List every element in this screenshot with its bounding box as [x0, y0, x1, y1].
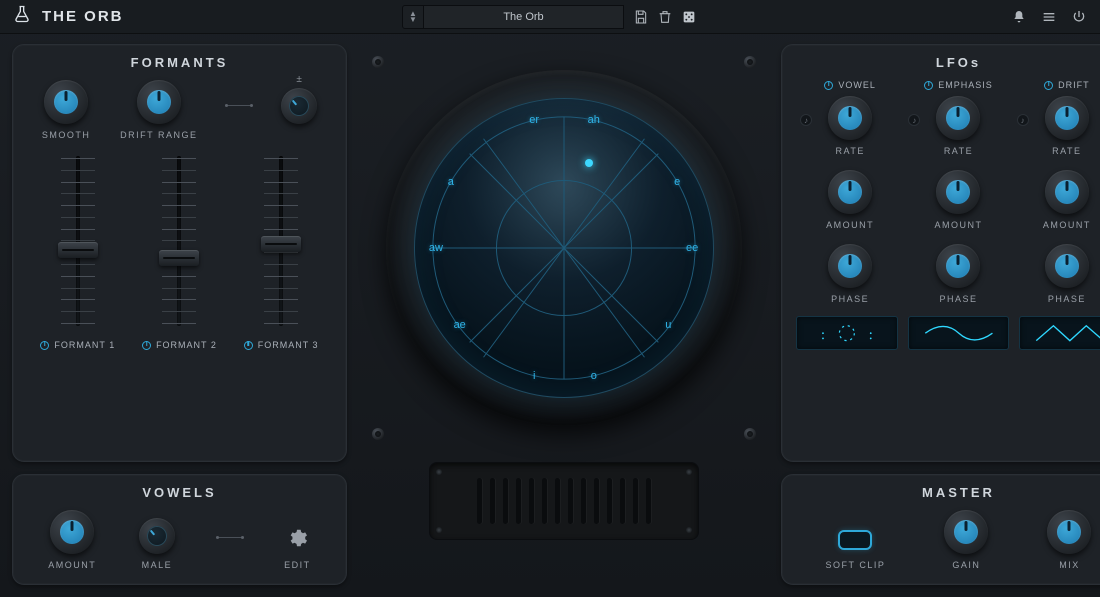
lfo-drift-phase-knob[interactable]: PHASE: [1013, 244, 1100, 304]
formants-panel: FORMANTS SMOOTH DRIFT RANGE ±: [12, 44, 347, 462]
softclip-button[interactable]: SOFT CLIP: [826, 530, 886, 570]
screw-icon: [744, 428, 756, 440]
vowel-label: ee: [686, 242, 698, 254]
lfo-vowel-amount-knob[interactable]: AMOUNT: [796, 170, 904, 230]
note-icon: ♪: [1017, 114, 1029, 126]
drift-range-knob[interactable]: DRIFT RANGE: [120, 80, 197, 140]
formant-2-slider[interactable]: [159, 156, 199, 326]
vowel-label: ae: [454, 319, 466, 331]
preset-bar: ▲▼ The Orb: [402, 5, 698, 29]
logo-block: THE ORB: [12, 4, 124, 29]
left-column: FORMANTS SMOOTH DRIFT RANGE ±: [12, 44, 347, 585]
vowel-label: a: [448, 176, 454, 188]
preset-stepper[interactable]: ▲▼: [402, 5, 424, 29]
vowel-label: er: [529, 114, 539, 126]
formants-title: FORMANTS: [27, 55, 332, 70]
connector-line: [218, 537, 242, 538]
vowel-label: aw: [429, 242, 443, 254]
save-icon[interactable]: [632, 8, 650, 26]
lfos-panel: LFOs VOWEL EMPHASIS DRIFT ♪RATE ♪RATE ♪R…: [781, 44, 1100, 462]
lfo-vowel-wave[interactable]: [796, 316, 898, 350]
orb-cursor[interactable]: [585, 159, 593, 167]
lfo-drift-rate-knob[interactable]: ♪RATE: [1013, 96, 1100, 156]
formant-3-toggle[interactable]: FORMANT 3: [244, 340, 319, 350]
lfo-vowel-rate-knob[interactable]: ♪RATE: [796, 96, 904, 156]
speaker-grille: [429, 462, 699, 540]
menu-icon[interactable]: [1040, 8, 1058, 26]
connector-line: [227, 105, 251, 106]
lfo-emphasis-amount-knob[interactable]: AMOUNT: [904, 170, 1012, 230]
offset-knob[interactable]: ±: [281, 88, 317, 140]
trash-icon[interactable]: [656, 8, 674, 26]
orb-display[interactable]: er ah e ee u o i ae aw a: [364, 48, 764, 448]
formant-2-toggle[interactable]: FORMANT 2: [142, 340, 217, 350]
lfo-emphasis-wave[interactable]: [908, 316, 1010, 350]
center-column: er ah e ee u o i ae aw a: [359, 44, 769, 585]
top-bar: THE ORB ▲▼ The Orb: [0, 0, 1100, 34]
lfo-drift-amount-knob[interactable]: AMOUNT: [1013, 170, 1100, 230]
power-icon[interactable]: [1070, 8, 1088, 26]
vowels-gender-knob[interactable]: MALE: [139, 518, 175, 570]
smooth-knob[interactable]: SMOOTH: [42, 80, 91, 140]
lfo-emphasis-rate-knob[interactable]: ♪RATE: [904, 96, 1012, 156]
top-right-icons: [1010, 8, 1088, 26]
formant-3-slider[interactable]: [261, 156, 301, 326]
app-root: THE ORB ▲▼ The Orb FORMANTS SMOOTH DRIFT: [0, 0, 1100, 597]
vowels-panel: VOWELS AMOUNT MALE EDIT: [12, 474, 347, 585]
app-title: THE ORB: [42, 8, 124, 25]
vowels-amount-knob[interactable]: AMOUNT: [48, 510, 96, 570]
lfo-emphasis-toggle[interactable]: EMPHASIS: [904, 80, 1012, 90]
flask-icon: [12, 4, 32, 29]
vowel-label: o: [591, 370, 597, 382]
formant-1-slider[interactable]: [58, 156, 98, 326]
right-column: LFOs VOWEL EMPHASIS DRIFT ♪RATE ♪RATE ♪R…: [781, 44, 1100, 585]
screw-icon: [744, 56, 756, 68]
lfo-vowel-phase-knob[interactable]: PHASE: [796, 244, 904, 304]
master-title: MASTER: [796, 485, 1100, 500]
gain-knob[interactable]: GAIN: [944, 510, 988, 570]
screw-icon: [372, 56, 384, 68]
vowel-label: u: [665, 319, 671, 331]
vowel-label: ah: [588, 114, 600, 126]
vowels-edit-button[interactable]: EDIT: [284, 527, 311, 570]
master-panel: MASTER SOFT CLIP GAIN MIX: [781, 474, 1100, 585]
lfos-title: LFOs: [796, 55, 1100, 70]
note-icon: ♪: [908, 114, 920, 126]
screw-icon: [372, 428, 384, 440]
gear-icon: [286, 527, 308, 554]
bell-icon[interactable]: [1010, 8, 1028, 26]
formant-1-toggle[interactable]: FORMANT 1: [40, 340, 115, 350]
vowel-label: i: [533, 370, 535, 382]
lfo-drift-toggle[interactable]: DRIFT: [1013, 80, 1100, 90]
preset-name[interactable]: The Orb: [424, 5, 624, 29]
note-icon: ♪: [800, 114, 812, 126]
vowel-label: e: [674, 176, 680, 188]
lfo-emphasis-phase-knob[interactable]: PHASE: [904, 244, 1012, 304]
lfo-vowel-toggle[interactable]: VOWEL: [796, 80, 904, 90]
dice-icon[interactable]: [680, 8, 698, 26]
main-grid: FORMANTS SMOOTH DRIFT RANGE ±: [0, 34, 1100, 597]
mix-knob[interactable]: MIX: [1047, 510, 1091, 570]
vowels-title: VOWELS: [27, 485, 332, 500]
lfo-drift-wave[interactable]: [1019, 316, 1100, 350]
